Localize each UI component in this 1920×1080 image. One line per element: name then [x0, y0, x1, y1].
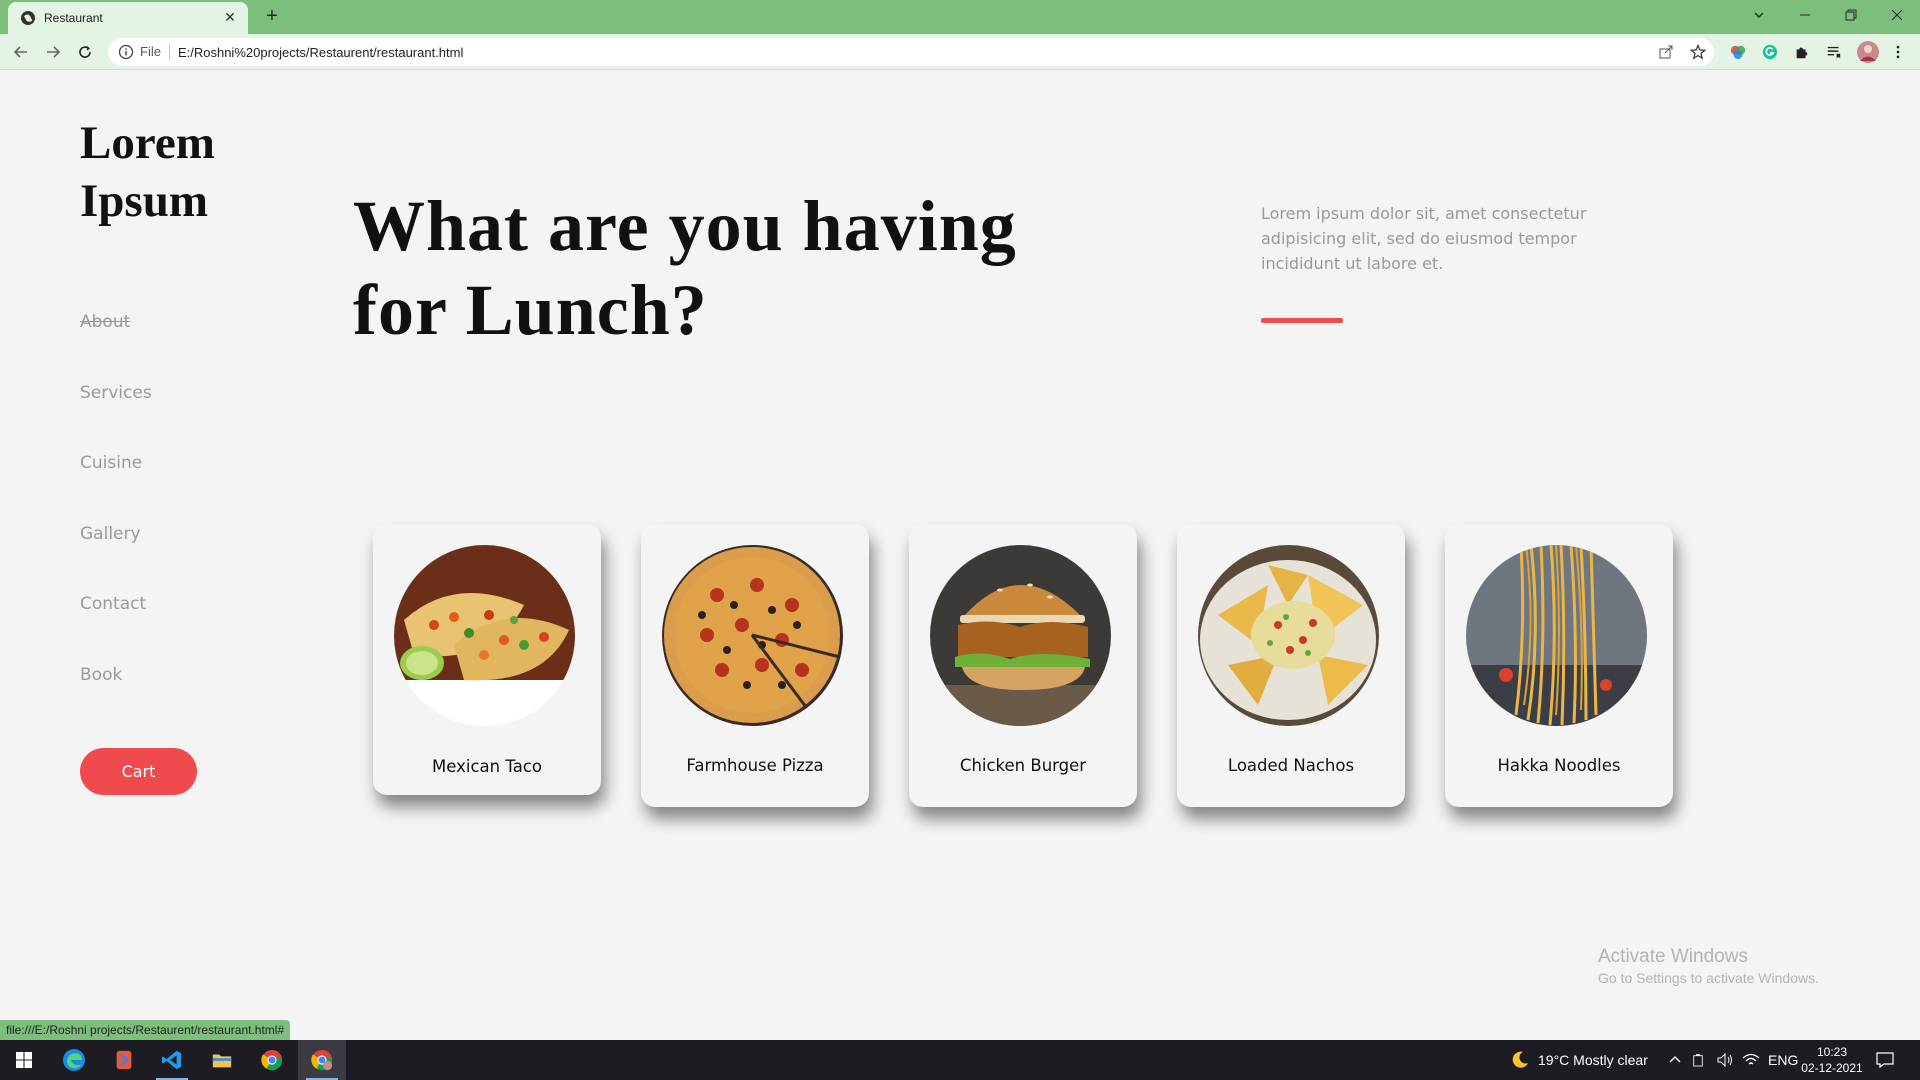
tray-chevron-icon[interactable] — [1668, 1040, 1682, 1080]
food-card-nachos[interactable]: Loaded Nachos — [1177, 524, 1405, 807]
nav-services[interactable]: Services — [80, 383, 152, 454]
taco-image — [394, 545, 575, 726]
info-icon[interactable] — [118, 44, 134, 60]
food-card-noodles[interactable]: Hakka Noodles — [1445, 524, 1673, 807]
nav-book[interactable]: Book — [80, 665, 152, 736]
food-card-pizza[interactable]: Farmhouse Pizza — [641, 524, 869, 807]
status-bar-url: file:///E:/Roshni projects/Restaurent/re… — [0, 1020, 291, 1040]
language-indicator[interactable]: ENG — [1768, 1040, 1798, 1080]
nav-contact[interactable]: Contact — [80, 594, 152, 665]
browser-tab[interactable]: Restaurant ✕ — [8, 2, 248, 34]
back-icon[interactable] — [10, 41, 32, 63]
browser-menu-icon[interactable] — [1889, 43, 1907, 61]
sidebar-nav: About Services Cuisine Gallery Contact B… — [80, 312, 152, 735]
wifi-icon[interactable] — [1742, 1040, 1760, 1080]
forward-icon[interactable] — [42, 41, 64, 63]
site-logo[interactable]: Lorem Ipsum — [80, 114, 280, 230]
clock-time: 10:23 — [1816, 1045, 1848, 1059]
tab-close-icon[interactable]: ✕ — [222, 10, 238, 26]
system-clock[interactable]: 10:23 02-12-2021 — [1800, 1044, 1864, 1076]
restaurant-page: Lorem Ipsum About Services Cuisine Galle… — [0, 70, 1920, 1040]
browser-tab-bar: Restaurant ✕ + — [0, 0, 1920, 34]
url-scheme: File — [140, 44, 170, 60]
clock-date: 02-12-2021 — [1801, 1061, 1863, 1075]
food-card-burger[interactable]: Chicken Burger — [909, 524, 1137, 807]
reading-list-icon[interactable] — [1825, 43, 1843, 61]
cart-button[interactable]: Cart — [80, 748, 197, 795]
pizza-image — [662, 545, 843, 726]
color-extension-icon[interactable] — [1729, 43, 1747, 61]
card-title: Loaded Nachos — [1227, 756, 1355, 775]
windows-start-icon[interactable] — [0, 1040, 48, 1080]
chrome-profile-icon[interactable] — [298, 1040, 346, 1080]
card-title: Farmhouse Pizza — [686, 756, 824, 775]
profile-avatar[interactable] — [1857, 41, 1879, 63]
app-icon[interactable] — [100, 1040, 148, 1080]
vscode-icon[interactable] — [148, 1040, 196, 1080]
reload-icon[interactable] — [74, 41, 96, 63]
moon-icon — [1512, 1051, 1528, 1068]
activate-windows-watermark: Activate Windows Go to Settings to activ… — [1598, 946, 1819, 986]
notifications-icon[interactable] — [1876, 1040, 1894, 1080]
edge-icon[interactable] — [50, 1040, 98, 1080]
hero-title: What are you having for Lunch? — [353, 186, 1017, 350]
windows-taskbar: 19°C Mostly clear ENG 10:23 02-12-2021 — [0, 1040, 1920, 1080]
hero-description: Lorem ipsum dolor sit, amet consectetur … — [1261, 204, 1587, 273]
new-tab-button[interactable]: + — [260, 6, 284, 28]
file-explorer-icon[interactable] — [198, 1040, 246, 1080]
address-bar[interactable]: File E:/Roshni%20projects/Restaurent/res… — [108, 38, 1714, 66]
card-title: Chicken Burger — [959, 756, 1087, 775]
globe-icon — [21, 11, 35, 25]
food-card-taco[interactable]: Mexican Taco — [373, 524, 601, 795]
weather-text: 19°C Mostly clear — [1538, 1052, 1648, 1068]
card-title: Mexican Taco — [432, 757, 542, 776]
tab-title: Restaurant — [44, 11, 103, 25]
chrome-icon[interactable] — [248, 1040, 296, 1080]
card-title: Hakka Noodles — [1497, 756, 1621, 775]
noodles-image — [1466, 545, 1647, 726]
extensions-puzzle-icon[interactable] — [1793, 43, 1811, 61]
nav-cuisine[interactable]: Cuisine — [80, 453, 152, 524]
grammarly-icon[interactable] — [1761, 43, 1779, 61]
share-icon[interactable] — [1658, 44, 1674, 60]
minimize-icon[interactable] — [1782, 0, 1828, 30]
restore-icon[interactable] — [1828, 0, 1874, 30]
browser-toolbar: File E:/Roshni%20projects/Restaurent/res… — [0, 34, 1920, 70]
close-window-icon[interactable] — [1874, 0, 1920, 30]
accent-divider — [1261, 318, 1343, 323]
nav-gallery[interactable]: Gallery — [80, 524, 152, 595]
nav-about[interactable]: About — [80, 312, 152, 383]
watermark-title: Activate Windows — [1598, 946, 1748, 967]
tab-search-icon[interactable] — [1736, 0, 1782, 30]
battery-icon[interactable] — [1692, 1040, 1704, 1080]
weather-widget[interactable]: 19°C Mostly clear — [1510, 1040, 1648, 1080]
url-text[interactable]: E:/Roshni%20projects/Restaurent/restaura… — [178, 45, 463, 60]
nachos-image — [1198, 545, 1379, 726]
volume-icon[interactable] — [1716, 1040, 1734, 1080]
watermark-subtitle: Go to Settings to activate Windows. — [1598, 970, 1819, 986]
bookmark-star-icon[interactable] — [1690, 44, 1706, 60]
burger-image — [930, 545, 1111, 726]
